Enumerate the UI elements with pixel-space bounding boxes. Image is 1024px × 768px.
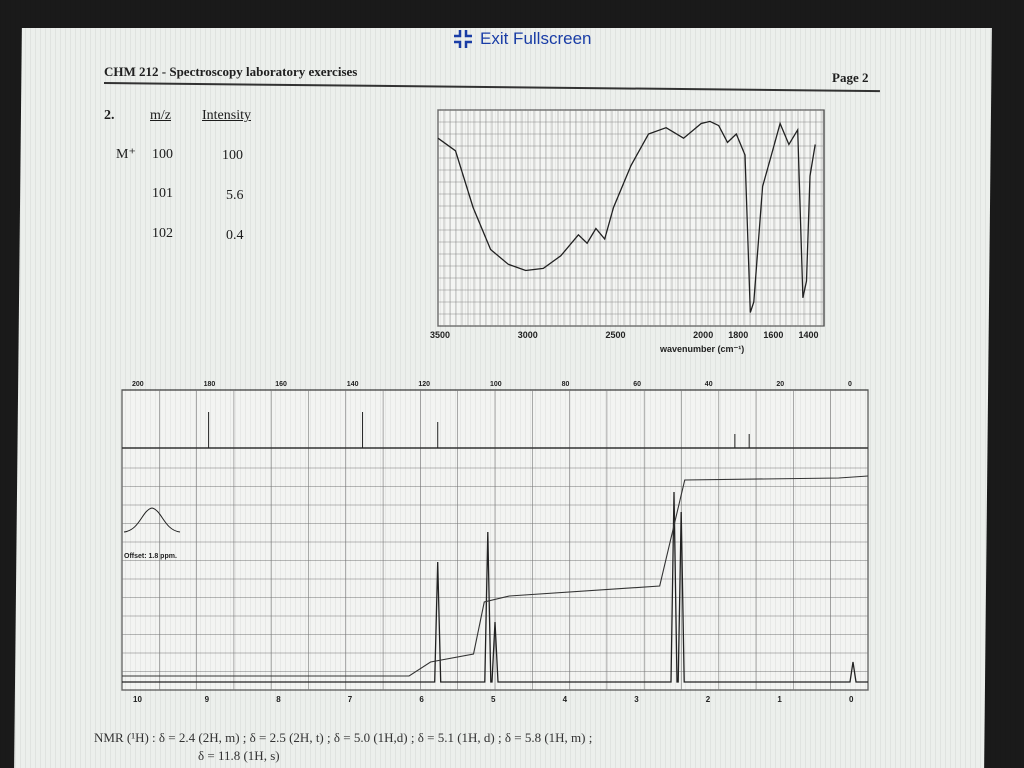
ms-row-intensity: 100: [222, 148, 243, 163]
ms-col-mz: m/z: [150, 108, 171, 123]
c13-tick-label: 20: [776, 381, 784, 388]
c13-tick-labels: 200 180 160 140 120 100 80 60 40 20 0: [132, 381, 852, 388]
screenshot-stage: Exit Fullscreen CHM 212 - Spectroscopy l…: [0, 0, 1024, 768]
c13-tick-label: 60: [633, 381, 641, 388]
c13-tick-label: 180: [204, 381, 216, 388]
h1-tick-label: 7: [348, 695, 353, 704]
ir-tick-label: 2000: [693, 330, 713, 340]
c13-tick-label: 100: [490, 381, 502, 388]
h1-tick-label: 4: [563, 695, 568, 704]
nmr-caption-line2: δ = 11.8 (1H, s): [198, 748, 280, 763]
ir-tick-labels: 3500 3000 2500 2000 1800 1600 1400: [430, 330, 818, 340]
ms-row-mz: 102: [152, 226, 173, 241]
h1-tick-label: 3: [634, 695, 639, 704]
c13-tick-label: 160: [275, 381, 287, 388]
h1-tick-labels: 10 9 8 7 6 5 4 3 2 1 0: [133, 695, 854, 704]
c13-tick-label: 140: [347, 381, 359, 388]
nmr-spectra: 200 180 160 140 120 100 80 60 40 20 0 Offset: 1.8 …: [121, 381, 869, 704]
c13-tick-label: 0: [848, 381, 852, 388]
compress-icon: [454, 30, 472, 48]
question-number: 2.: [104, 108, 115, 123]
ir-spectrum: 3500 3000 2500 2000 1800 1600 1400 wavenumber …: [430, 109, 825, 354]
h1-tick-label: 8: [276, 695, 281, 704]
c13-tick-label: 40: [705, 381, 713, 388]
c13-tick-label: 120: [418, 381, 430, 388]
ir-tick-label: 1400: [798, 330, 818, 340]
course-title: CHM 212 - Spectroscopy laboratory exerci…: [104, 64, 358, 79]
exit-fullscreen-button[interactable]: Exit Fullscreen: [452, 28, 591, 50]
ir-tick-label: 3500: [430, 330, 450, 340]
ms-row-mz: 101: [152, 186, 173, 201]
h1-tick-label: 1: [777, 695, 782, 704]
ir-xlabel: wavenumber (cm⁻¹): [659, 344, 744, 354]
c13-tick-label: 80: [562, 381, 570, 388]
ms-row-label: M⁺: [116, 147, 136, 162]
ir-tick-label: 1800: [728, 330, 748, 340]
h1-tick-label: 9: [205, 695, 210, 704]
c13-tick-label: 200: [132, 381, 144, 388]
ir-tick-label: 1600: [763, 330, 783, 340]
offset-label: Offset: 1.8 ppm.: [124, 553, 177, 560]
ms-row-intensity: 0.4: [226, 228, 244, 243]
ms-row-mz: 100: [152, 147, 173, 162]
nmr-grid: [121, 390, 869, 691]
ms-row-intensity: 5.6: [226, 188, 244, 203]
ir-tick-label: 2500: [605, 330, 625, 340]
ms-col-intensity: Intensity: [202, 108, 251, 123]
h1-tick-label: 6: [419, 695, 424, 704]
h1-tick-label: 5: [491, 695, 496, 704]
ir-tick-label: 3000: [518, 330, 538, 340]
h1-tick-label: 10: [133, 695, 142, 704]
h1-tick-label: 0: [849, 695, 854, 704]
nmr-caption-line1: NMR (¹H) : δ = 2.4 (2H, m) ; δ = 2.5 (2H…: [94, 730, 593, 745]
h1-tick-label: 2: [706, 695, 711, 704]
exit-fullscreen-label: Exit Fullscreen: [480, 29, 592, 48]
page-number: Page 2: [832, 70, 869, 85]
